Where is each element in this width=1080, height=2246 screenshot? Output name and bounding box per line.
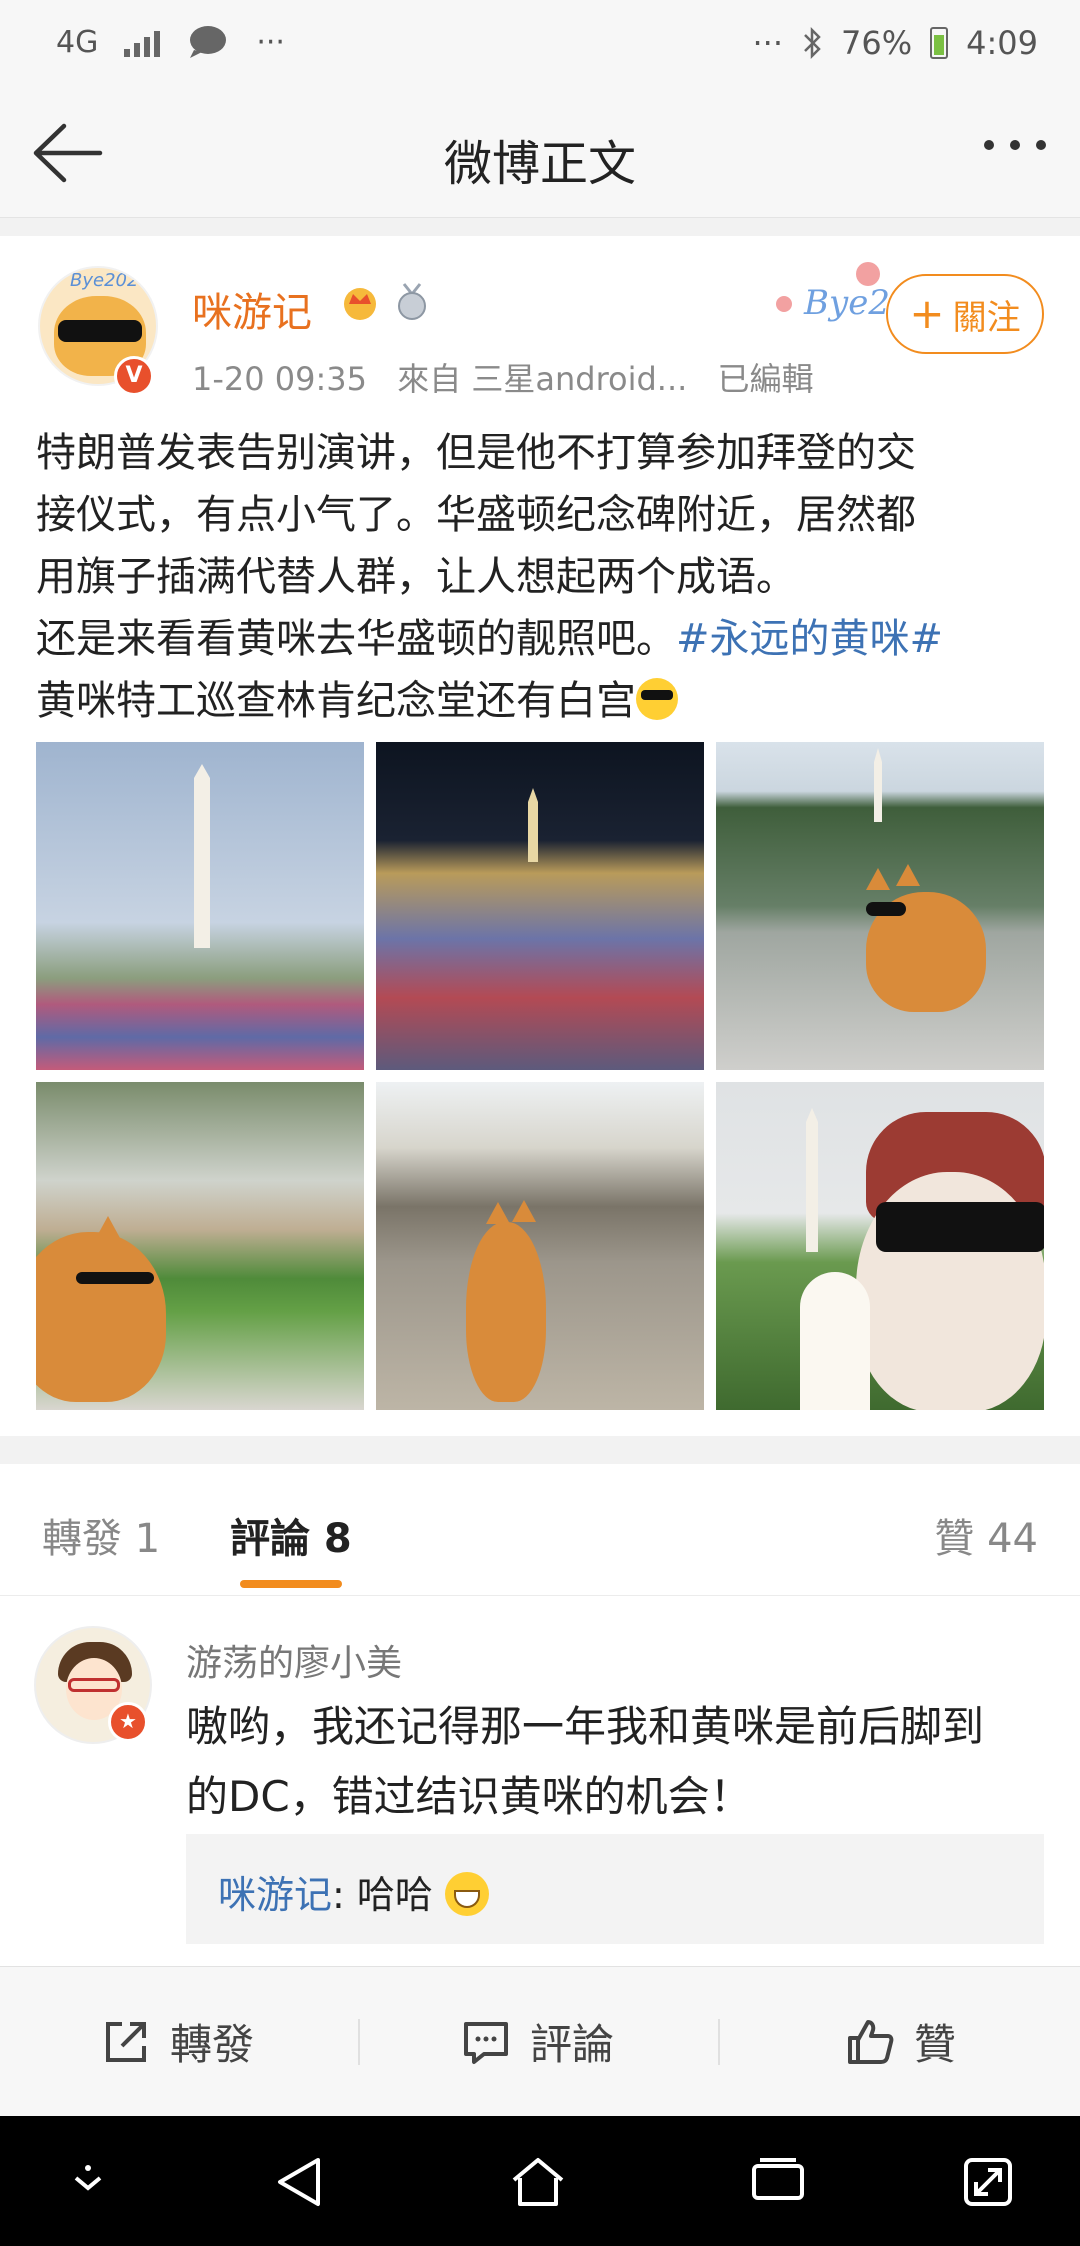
chat-bubble-icon [190, 26, 227, 58]
chevron-down-icon[interactable] [58, 2152, 118, 2212]
action-separator [718, 2019, 720, 2065]
photo-grid [36, 742, 1044, 1410]
bye-deco-text: Bye2 [803, 283, 890, 323]
follow-button[interactable]: + 關注 [886, 274, 1044, 354]
status-more-right: ··· [752, 24, 784, 62]
post-tabs: 轉發 1 評論 8 贊 44 [0, 1464, 1080, 1596]
battery-icon [930, 27, 949, 59]
system-nav-bar [0, 2116, 1080, 2246]
comment-button[interactable]: 評論 [460, 2011, 614, 2072]
post-meta: 1-20 09:35 來自 三星android... 已編輯 [192, 354, 834, 400]
tab-likes[interactable]: 贊 44 [934, 1506, 1038, 1564]
commenter-name[interactable]: 游荡的廖小美 [186, 1634, 402, 1686]
post-line-1: 特朗普发表告别演讲，但是他不打算参加拜登的交 [36, 430, 916, 476]
more-dots-icon[interactable] [984, 140, 1046, 150]
reply-author[interactable]: 咪游记 [218, 1873, 332, 1917]
tab-repost[interactable]: 轉發 1 [42, 1506, 160, 1564]
active-tab-indicator [240, 1580, 342, 1588]
status-bar: 4G ··· ··· 76% 4:09 [0, 0, 1080, 90]
section-gap [0, 218, 1080, 236]
reply-preview[interactable]: 咪游记: 哈哈 [186, 1834, 1044, 1944]
home-icon[interactable] [508, 2152, 568, 2212]
verified-badge: V [114, 356, 154, 396]
action-bar: 轉發 評論 贊 [0, 1966, 1080, 2116]
comment-label: 評論 [530, 2020, 615, 2069]
battery-percent: 76% [841, 24, 913, 62]
action-separator [358, 2019, 360, 2065]
crown-icon [344, 288, 376, 320]
post-edited: 已編輯 [717, 360, 814, 398]
photo-monument-flags[interactable] [36, 742, 364, 1070]
follow-label: 關注 [952, 297, 1021, 338]
status-more-left: ··· [256, 24, 285, 60]
photo-cat-selfie-monument[interactable] [716, 1082, 1044, 1410]
photo-flag-field-night[interactable] [376, 742, 704, 1070]
like-label: 贊 [914, 2020, 957, 2069]
bye-decoration-icon: Bye2 [776, 262, 890, 323]
author-name[interactable]: 咪游记 [192, 280, 312, 338]
thumbs-up-icon [848, 2019, 894, 2064]
repost-button[interactable]: 轉發 [100, 2011, 254, 2072]
medal-icon [398, 283, 426, 320]
post-line-4: 还是来看看黄咪去华盛顿的靓照吧。#永远的黄咪# [36, 616, 944, 662]
post-line-5: 黄咪特工巡查林肯纪念堂还有白宫 [36, 670, 1046, 732]
reply-text: : 哈哈 [332, 1873, 433, 1917]
avatar-bye-text: Bye2020 [70, 270, 150, 291]
post-line-3: 用旗子插满代替人群，让人想起两个成语。 [36, 554, 796, 600]
comment-item: 游荡的廖小美 嗷哟，我还记得那一年我和黄咪是前后脚到 的DC，错过结识黄咪的机会… [0, 1596, 1080, 1966]
post-source: 來自 三星android... [397, 360, 688, 398]
grin-emoji-icon [445, 1872, 489, 1916]
signal-icon [124, 27, 161, 57]
status-time: 4:09 [966, 24, 1038, 62]
title-bar: 微博正文 [0, 90, 1080, 218]
recent-apps-icon[interactable] [748, 2152, 808, 2212]
post-time: 1-20 09:35 [192, 360, 368, 398]
post-line-2: 接仪式，有点小气了。华盛顿纪念碑附近，居然都 [36, 492, 916, 538]
sunglasses-emoji-icon [636, 678, 678, 720]
back-triangle-icon[interactable] [270, 2152, 330, 2212]
photo-cat-lincoln-memorial[interactable] [376, 1082, 704, 1410]
plus-icon: + [909, 289, 945, 338]
tab-comments[interactable]: 評論 8 [230, 1506, 352, 1564]
photo-cat-reflecting-pool[interactable] [716, 742, 1044, 1070]
hashtag-link[interactable]: #永远的黄咪# [676, 616, 943, 662]
repost-label: 轉發 [170, 2020, 255, 2069]
page-title: 微博正文 [443, 136, 636, 192]
section-divider [0, 1436, 1080, 1464]
photo-cat-white-house[interactable] [36, 1082, 364, 1410]
network-type: 4G [56, 24, 99, 60]
star-badge-icon [108, 1702, 148, 1742]
expand-icon[interactable] [958, 2152, 1018, 2212]
share-icon [106, 2021, 146, 2062]
weibo-post: Bye2020 V 咪游记 1-20 09:35 來自 三星android...… [0, 236, 1080, 1436]
post-body: 特朗普发表告别演讲，但是他不打算参加拜登的交 接仪式，有点小气了。华盛顿纪念碑附… [36, 422, 1046, 732]
comment-text[interactable]: 嗷哟，我还记得那一年我和黄咪是前后脚到 的DC，错过结识黄咪的机会！ [186, 1692, 1046, 1832]
comment-icon [464, 2021, 508, 2064]
like-button[interactable]: 贊 [844, 2011, 956, 2072]
bluetooth-icon [804, 26, 821, 60]
